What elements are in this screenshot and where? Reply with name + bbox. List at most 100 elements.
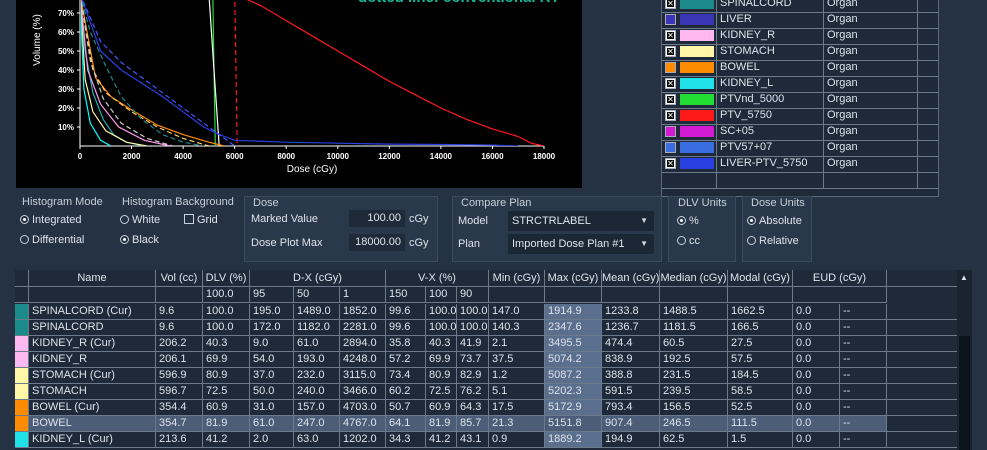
visibility-checkbox[interactable]: ✕ xyxy=(665,110,676,121)
row-color-swatch xyxy=(15,336,29,352)
row-value: 246.5 xyxy=(660,416,728,432)
check-x-icon: ✕ xyxy=(667,95,674,104)
radio-percent[interactable]: % xyxy=(677,215,699,227)
row-value: 0.9 xyxy=(489,432,545,448)
row-value: 100.0 xyxy=(457,320,489,336)
marked-value-field[interactable]: 100.00 xyxy=(349,210,405,227)
row-value: 1236.7 xyxy=(602,320,660,336)
structure-row[interactable]: ✕ KIDNEY_R Organ xyxy=(662,28,938,45)
y-tick-label: 50% xyxy=(58,47,74,56)
radio-integrated[interactable]: Integrated xyxy=(20,214,82,226)
radio-relative[interactable]: Relative xyxy=(747,235,799,247)
visibility-checkbox[interactable]: ✕ xyxy=(665,78,676,89)
divider xyxy=(917,44,918,60)
row-name: SPINALCORD (Cur) xyxy=(29,304,156,320)
dvh-statistics-table[interactable]: Name Vol (cc) DLV (%) D-X (cGy) V-X (%) Min (… xyxy=(15,270,972,450)
structure-row[interactable]: PTV57+07 Organ xyxy=(662,140,938,157)
divider xyxy=(823,172,824,188)
visibility-checkbox[interactable] xyxy=(665,126,676,137)
structure-row[interactable]: ✕ KIDNEY_L Organ xyxy=(662,76,938,93)
row-value: 1914.9 xyxy=(545,304,602,320)
row-value: 140.3 xyxy=(489,320,545,336)
structure-row[interactable]: LIVER Organ xyxy=(662,12,938,29)
divider xyxy=(716,60,717,76)
structure-row[interactable]: ✕ STOMACH Organ xyxy=(662,44,938,61)
max-unit: cGy xyxy=(409,237,429,249)
column-subheader: 1 xyxy=(340,287,386,303)
row-color-swatch xyxy=(15,432,29,448)
visibility-checkbox[interactable] xyxy=(665,142,676,153)
row-value: 0.0 xyxy=(793,416,840,432)
row-name: KIDNEY_R xyxy=(29,352,156,368)
divider xyxy=(917,0,918,12)
check-x-icon: ✕ xyxy=(667,31,674,40)
structure-list[interactable]: ✕ SPINALCORD Organ LIVER Organ ✕ KIDNEY_R Organ… xyxy=(661,0,939,197)
x-tick-label: 8000 xyxy=(277,152,295,161)
radio-cc[interactable]: cc xyxy=(677,235,700,247)
checkbox-label: Grid xyxy=(197,214,218,226)
divider xyxy=(917,172,918,188)
x-tick-label: 4000 xyxy=(174,152,192,161)
visibility-checkbox[interactable]: ✕ xyxy=(665,46,676,57)
dvh-curve xyxy=(234,0,238,146)
radio-black[interactable]: Black xyxy=(120,234,159,246)
structure-row[interactable]: ✕ PTVnd_5000 Organ xyxy=(662,92,938,109)
row-name: KIDNEY_R (Cur) xyxy=(29,336,156,352)
row-value: -- xyxy=(840,352,887,368)
row-value: 62.5 xyxy=(660,432,728,448)
row-value: 1852.0 xyxy=(340,304,386,320)
row-value: 72.5 xyxy=(426,384,457,400)
structure-color-swatch xyxy=(680,126,714,137)
row-value: 596.9 xyxy=(156,368,203,384)
row-name: BOWEL xyxy=(29,416,156,432)
row-value: 81.9 xyxy=(203,416,250,432)
row-value: 73.7 xyxy=(457,352,489,368)
structure-name: PTVnd_5000 xyxy=(720,93,785,105)
divider xyxy=(716,28,717,44)
structure-row[interactable]: BOWEL Organ xyxy=(662,60,938,77)
radio-differential[interactable]: Differential xyxy=(20,234,84,246)
row-value: 100.0 xyxy=(426,320,457,336)
radio-label: Relative xyxy=(759,235,799,247)
structure-row-empty xyxy=(662,172,938,189)
dose-title: Dose xyxy=(253,197,279,209)
row-value: 5.1 xyxy=(489,384,545,400)
row-value: 5074.2 xyxy=(545,352,602,368)
divider xyxy=(823,0,824,12)
visibility-checkbox[interactable]: ✕ xyxy=(665,158,676,169)
compare-plan-title: Compare Plan xyxy=(461,197,532,209)
radio-absolute[interactable]: Absolute xyxy=(747,215,802,227)
structure-row[interactable]: ✕ PTV_5750 Organ xyxy=(662,108,938,125)
scroll-up-icon[interactable]: ▲ xyxy=(960,273,968,282)
column-subheader: 100 xyxy=(426,287,457,303)
structure-name: LIVER xyxy=(720,13,752,25)
visibility-checkbox[interactable] xyxy=(665,62,676,73)
structure-row[interactable]: ✕ LIVER-PTV_5750 Organ xyxy=(662,156,938,173)
model-dropdown[interactable]: STRCTRLABEL ▼ xyxy=(508,211,654,231)
row-value: 247.0 xyxy=(294,416,340,432)
visibility-checkbox[interactable]: ✕ xyxy=(665,94,676,105)
radio-white[interactable]: White xyxy=(120,214,160,226)
radio-label: cc xyxy=(689,235,700,247)
grid-checkbox[interactable]: Grid xyxy=(184,214,218,226)
y-tick-label: 60% xyxy=(58,28,74,37)
visibility-checkbox[interactable]: ✕ xyxy=(665,0,676,9)
plan-dropdown[interactable]: Imported Dose Plan #1 ▼ xyxy=(508,234,654,254)
x-tick-label: 10000 xyxy=(327,152,350,161)
column-header: Min (cGy) xyxy=(489,270,545,287)
header-corner xyxy=(15,270,29,287)
row-value: 1182.0 xyxy=(294,320,340,336)
row-value: 52.5 xyxy=(728,400,793,416)
row-value: 1889.2 xyxy=(545,432,602,448)
visibility-checkbox[interactable] xyxy=(665,14,676,25)
row-value: 72.5 xyxy=(203,384,250,400)
structure-row[interactable]: SC+05 Organ xyxy=(662,124,938,141)
table-scrollbar[interactable]: ▲ xyxy=(957,270,972,450)
dvh-plot[interactable]: 70% 60% 50% 40% 30% 20% 10% 0 2000 4000 6000 8000 10… xyxy=(16,0,582,188)
visibility-checkbox[interactable]: ✕ xyxy=(665,30,676,41)
x-tick-label: 16000 xyxy=(481,152,504,161)
structure-type: Organ xyxy=(827,93,858,105)
row-name: SPINALCORD xyxy=(29,320,156,336)
scrollbar-thumb[interactable] xyxy=(959,336,970,450)
dose-plot-max-field[interactable]: 18000.00 xyxy=(349,234,405,251)
